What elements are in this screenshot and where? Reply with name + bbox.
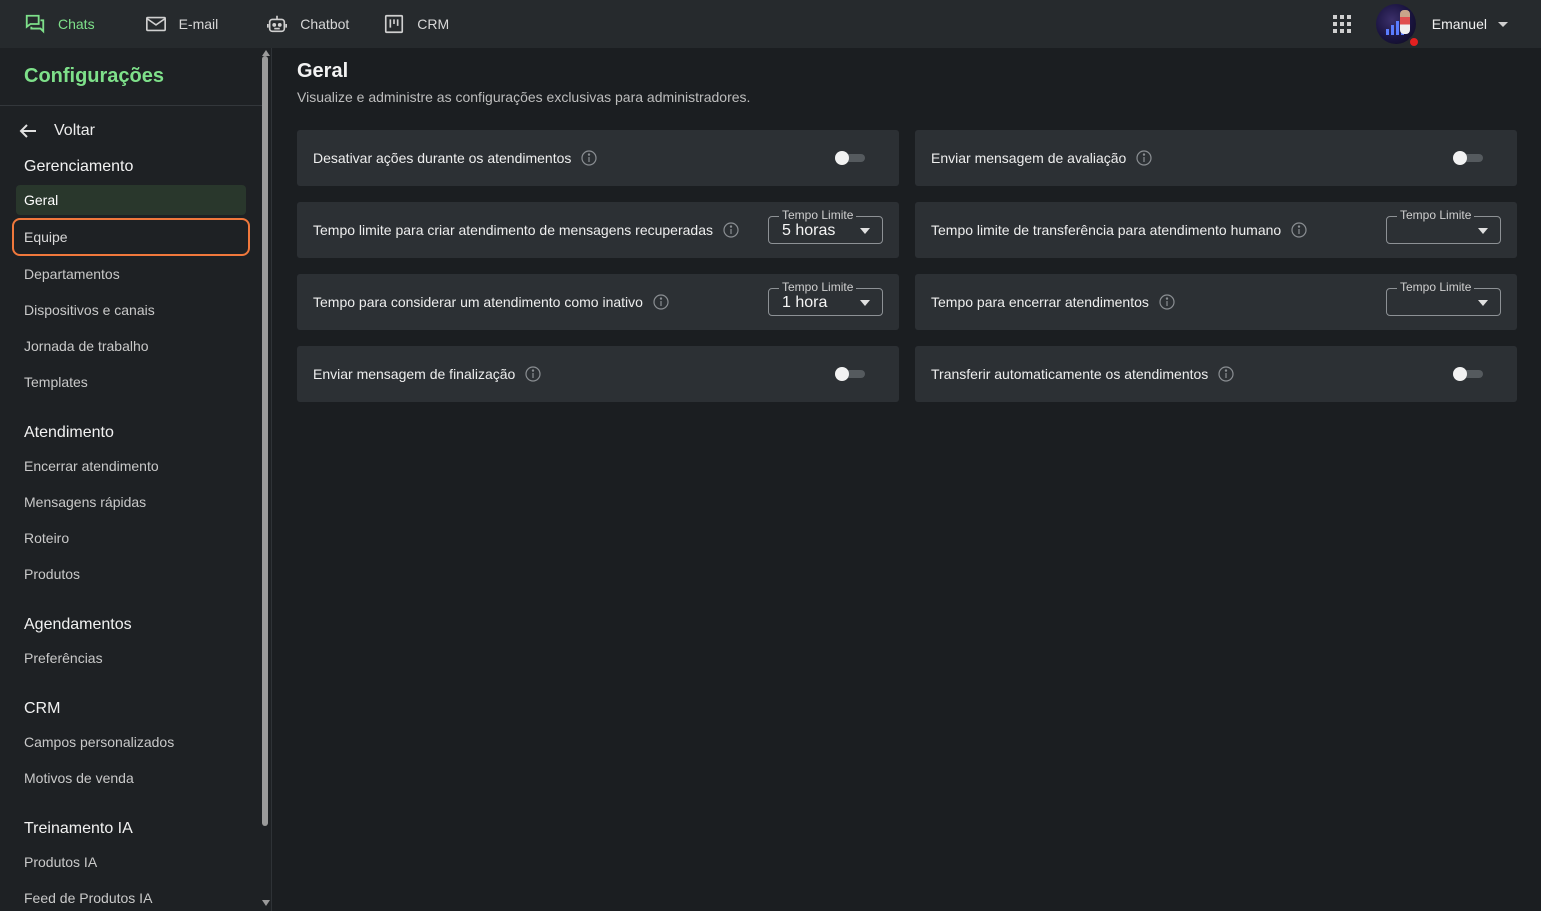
page-subtitle: Visualize e administre as configurações …: [297, 89, 751, 105]
top-navigation-bar: Chats E-mail Chatbot CRM Emanuel: [0, 0, 1541, 48]
setting-label: Enviar mensagem de avaliação: [931, 150, 1127, 166]
sidebar-item-mensagens-rapidas[interactable]: Mensagens rápidas: [0, 484, 246, 520]
user-avatar[interactable]: [1375, 4, 1420, 48]
select-label: Tempo Limite: [1397, 280, 1475, 294]
sidebar-item-campos[interactable]: Campos personalizados: [0, 724, 246, 760]
apps-grid-icon[interactable]: [1332, 14, 1352, 34]
chevron-down-icon: [860, 228, 870, 234]
setting-card: Tempo limite de transferência para atend…: [915, 202, 1517, 258]
nav-chatbot[interactable]: Chatbot: [266, 0, 349, 48]
nav-crm[interactable]: CRM: [383, 0, 449, 48]
section-title-agendamentos: Agendamentos: [24, 616, 132, 633]
kanban-icon: [385, 14, 404, 34]
info-icon[interactable]: [525, 366, 541, 382]
setting-card: Tempo para encerrar atendimentos Tempo L…: [915, 274, 1517, 330]
settings-grid: Desativar ações durante os atendimentos …: [297, 130, 1517, 402]
nav-email-label: E-mail: [178, 16, 219, 32]
section-title-crm: CRM: [24, 700, 61, 717]
mail-icon: [145, 16, 166, 32]
select-label: Tempo Limite: [779, 280, 857, 294]
setting-label: Tempo para considerar um atendimento com…: [313, 294, 643, 310]
back-label: Voltar: [54, 122, 95, 139]
select-value: 5 horas: [782, 222, 836, 239]
info-icon[interactable]: [1159, 294, 1175, 310]
info-icon[interactable]: [1291, 222, 1307, 238]
info-icon[interactable]: [1136, 150, 1152, 166]
section-title-gerenciamento: Gerenciamento: [24, 158, 134, 175]
section-title-treinamento-ia: Treinamento IA: [24, 820, 133, 837]
toggle-switch[interactable]: [1453, 367, 1485, 381]
nav-chatbot-label: Chatbot: [300, 16, 350, 32]
chevron-down-icon[interactable]: [1497, 18, 1509, 30]
sidebar-item-geral[interactable]: Geral: [16, 185, 246, 215]
settings-sidebar: Configurações Voltar Gerenciamento Geral…: [0, 48, 272, 911]
page-title: Geral: [297, 60, 349, 82]
avatar-person: [1399, 10, 1410, 34]
chat-bubbles-icon: [25, 14, 45, 34]
setting-card: Tempo para considerar um atendimento com…: [297, 274, 899, 330]
time-limit-select[interactable]: Tempo Limite 1 hora: [768, 280, 883, 316]
sidebar-title: Configurações: [0, 48, 262, 106]
chevron-down-icon: [1478, 228, 1488, 234]
section-title-atendimento: Atendimento: [24, 424, 114, 441]
topbar-user-area: Emanuel: [1332, 0, 1541, 48]
sidebar-item-encerrar[interactable]: Encerrar atendimento: [0, 448, 246, 484]
toggle-switch[interactable]: [835, 367, 867, 381]
scroll-up-arrow-icon[interactable]: [262, 50, 270, 56]
nav-email[interactable]: E-mail: [145, 0, 219, 48]
robot-icon: [267, 15, 288, 33]
setting-card: Tempo limite para criar atendimento de m…: [297, 202, 899, 258]
sidebar-item-roteiro[interactable]: Roteiro: [0, 520, 246, 556]
status-badge: [1407, 36, 1420, 48]
sidebar-item-produtos[interactable]: Produtos: [0, 556, 246, 592]
time-limit-select[interactable]: Tempo Limite 5 horas: [768, 208, 883, 244]
setting-label: Tempo limite de transferência para atend…: [931, 222, 1282, 238]
info-icon[interactable]: [653, 294, 669, 310]
info-icon[interactable]: [581, 150, 597, 166]
toggle-switch[interactable]: [835, 151, 867, 165]
time-limit-select[interactable]: Tempo Limite: [1386, 208, 1501, 244]
setting-card: Enviar mensagem de avaliação: [915, 130, 1517, 186]
setting-card: Enviar mensagem de finalização: [297, 346, 899, 402]
nav-crm-label: CRM: [417, 16, 450, 32]
sidebar-scrollbar[interactable]: [262, 56, 268, 826]
sidebar-item-produtos-ia[interactable]: Produtos IA: [0, 844, 246, 880]
setting-card: Desativar ações durante os atendimentos: [297, 130, 899, 186]
chevron-down-icon: [1478, 300, 1488, 306]
sidebar-item-motivos[interactable]: Motivos de venda: [0, 760, 246, 796]
setting-label: Enviar mensagem de finalização: [313, 366, 516, 382]
chevron-down-icon: [860, 300, 870, 306]
sidebar-item-preferencias[interactable]: Preferências: [0, 640, 246, 676]
sidebar-item-templates[interactable]: Templates: [0, 364, 246, 400]
back-button[interactable]: Voltar: [0, 108, 271, 154]
scroll-down-arrow-icon[interactable]: [262, 900, 270, 906]
sidebar-item-jornada[interactable]: Jornada de trabalho: [0, 328, 246, 364]
setting-label: Desativar ações durante os atendimentos: [313, 150, 572, 166]
select-label: Tempo Limite: [779, 208, 857, 222]
toggle-switch[interactable]: [1453, 151, 1485, 165]
info-icon[interactable]: [1218, 366, 1234, 382]
sidebar-item-feed-produtos-ia[interactable]: Feed de Produtos IA: [0, 880, 246, 911]
setting-label: Transferir automaticamente os atendiment…: [931, 366, 1209, 382]
sidebar-item-dispositivos[interactable]: Dispositivos e canais: [0, 292, 246, 328]
setting-card: Transferir automaticamente os atendiment…: [915, 346, 1517, 402]
arrow-left-icon: [19, 124, 36, 138]
select-value: 1 hora: [782, 294, 828, 311]
setting-label: Tempo para encerrar atendimentos: [931, 294, 1149, 310]
sidebar-item-departamentos[interactable]: Departamentos: [0, 256, 246, 292]
nav-chats[interactable]: Chats: [24, 0, 95, 48]
setting-label: Tempo limite para criar atendimento de m…: [313, 222, 713, 238]
nav-chats-label: Chats: [58, 16, 95, 32]
main-content: Geral Visualize e administre as configur…: [297, 60, 1517, 402]
info-icon[interactable]: [723, 222, 739, 238]
user-name[interactable]: Emanuel: [1432, 16, 1487, 32]
time-limit-select[interactable]: Tempo Limite: [1386, 280, 1501, 316]
select-label: Tempo Limite: [1397, 208, 1475, 222]
sidebar-item-equipe[interactable]: Equipe: [12, 218, 250, 256]
